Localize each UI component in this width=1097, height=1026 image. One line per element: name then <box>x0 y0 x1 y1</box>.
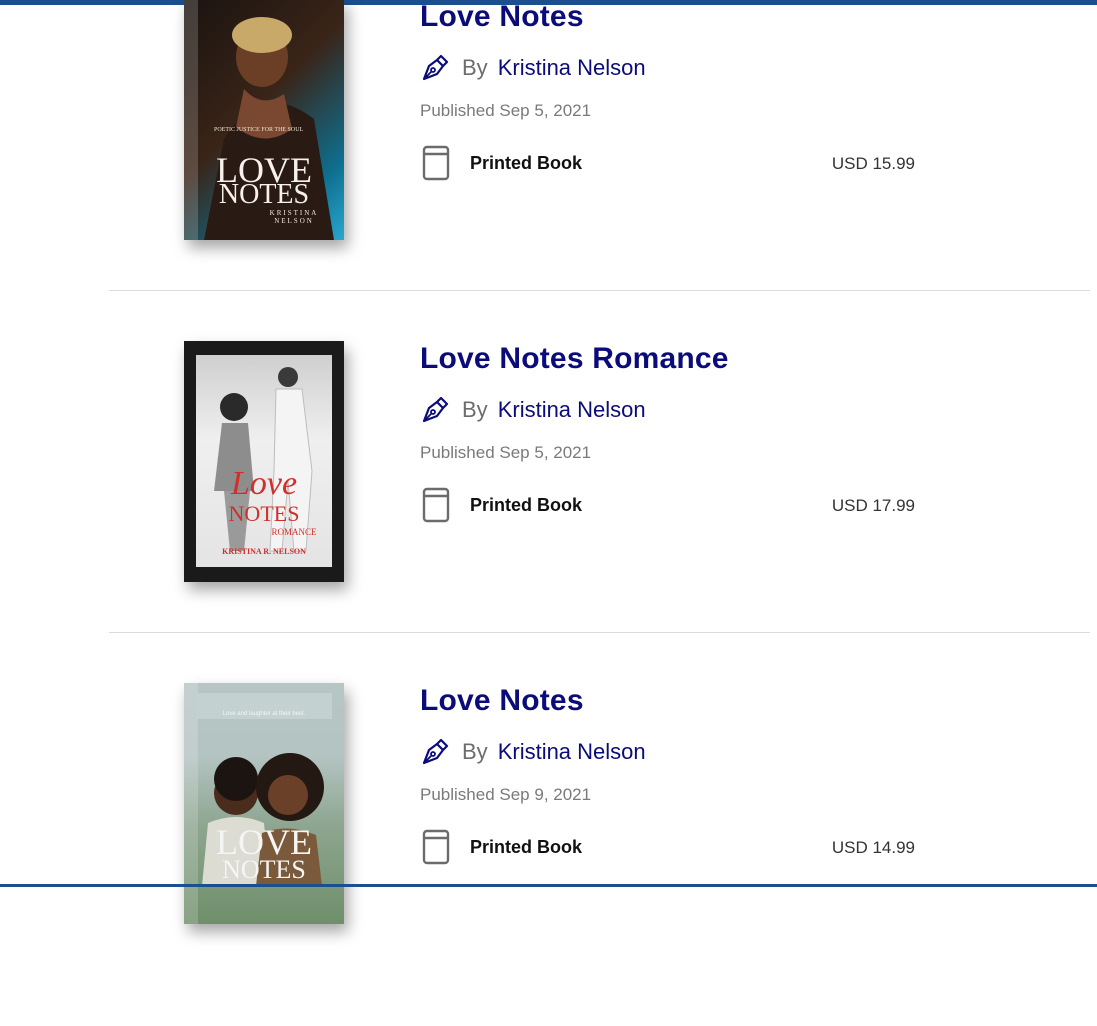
cover-author: KRISTINA NELSON <box>269 209 319 225</box>
cover-line2: NOTES <box>222 855 306 884</box>
cover-line3: ROMANCE <box>271 527 317 537</box>
byline: By Kristina Nelson <box>420 53 646 83</box>
item-divider <box>109 290 1090 291</box>
cover-line2: NOTES <box>218 179 310 210</box>
price: USD 17.99 <box>831 496 915 515</box>
cover-author: KRISTINA R. NELSON <box>222 547 306 556</box>
item-divider <box>109 632 1090 633</box>
book-title-link[interactable]: Love Notes <box>420 0 584 34</box>
book-list-item: Love and laughter at their best. LOVE NO… <box>0 683 1097 1026</box>
cover-couple-art <box>196 693 332 886</box>
by-label: By <box>462 55 488 80</box>
byline: By Kristina Nelson <box>420 737 646 767</box>
published-date: Published Sep 5, 2021 <box>420 443 592 462</box>
author-link[interactable]: Kristina Nelson <box>498 55 646 81</box>
book-icon <box>422 829 450 865</box>
book-cover-image[interactable]: Love and laughter at their best. LOVE NO… <box>184 683 344 924</box>
byline: By Kristina Nelson <box>420 395 646 425</box>
price: USD 14.99 <box>831 838 915 857</box>
format-row: Printed Book <box>420 145 582 181</box>
pen-nib-icon <box>422 738 449 765</box>
pen-nib-icon <box>422 54 449 81</box>
format-label: Printed Book <box>470 494 583 515</box>
format-label: Printed Book <box>470 836 583 857</box>
pen-nib-icon <box>422 396 449 423</box>
cover-tagline: POETIC JUSTICE FOR THE SOUL <box>214 127 304 133</box>
cover-line2: NOTES <box>228 501 300 526</box>
format-row: Printed Book <box>420 487 582 523</box>
cover-couple-art <box>214 367 313 552</box>
book-cover-image[interactable]: POETIC JUSTICE FOR THE SOUL LOVE NOTES K… <box>184 0 344 240</box>
published-date: Published Sep 9, 2021 <box>420 785 592 804</box>
book-list: POETIC JUSTICE FOR THE SOUL LOVE NOTES K… <box>0 0 1097 924</box>
book-icon <box>422 487 450 523</box>
book-title-link[interactable]: Love Notes <box>420 684 584 718</box>
format-row: Printed Book <box>420 829 582 865</box>
price: USD 15.99 <box>831 154 915 173</box>
book-cover-image[interactable]: Love NOTES ROMANCE KRISTINA R. NELSON <box>184 341 344 582</box>
by-label: By <box>462 397 488 422</box>
book-icon <box>422 145 450 181</box>
by-label: By <box>462 739 488 764</box>
author-link[interactable]: Kristina Nelson <box>498 397 646 423</box>
published-date: Published Sep 5, 2021 <box>420 101 592 120</box>
author-link[interactable]: Kristina Nelson <box>498 739 646 765</box>
cover-line1: Love <box>230 465 298 502</box>
format-label: Printed Book <box>470 152 583 173</box>
cover-tagline: Love and laughter at their best. <box>222 711 306 717</box>
book-title-link[interactable]: Love Notes Romance <box>420 342 729 376</box>
